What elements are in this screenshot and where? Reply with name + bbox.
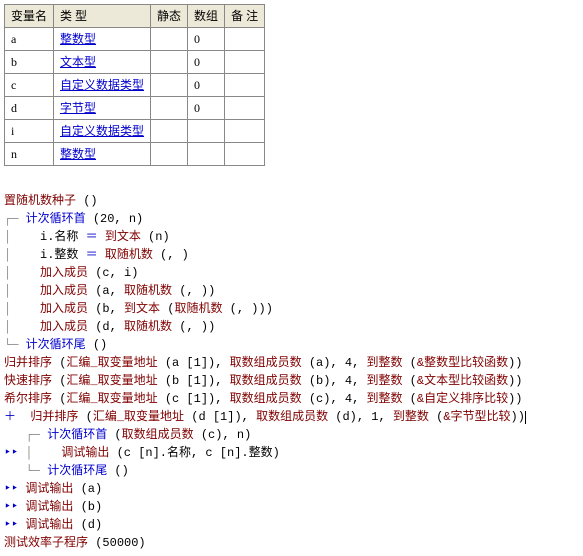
table-cell[interactable] bbox=[151, 28, 188, 51]
text-cursor bbox=[525, 411, 526, 424]
fn-set-seed: 置随机数种子 bbox=[4, 194, 76, 208]
col-type: 类 型 bbox=[54, 5, 151, 28]
col-varname: 变量名 bbox=[5, 5, 54, 28]
table-row[interactable]: i自定义数据类型 bbox=[5, 120, 265, 143]
table-cell[interactable]: i bbox=[5, 120, 54, 143]
table-cell[interactable]: n bbox=[5, 143, 54, 166]
table-row[interactable]: c自定义数据类型 0 bbox=[5, 74, 265, 97]
table-cell[interactable] bbox=[225, 51, 265, 74]
table-cell[interactable]: 字节型 bbox=[54, 97, 151, 120]
table-cell[interactable] bbox=[188, 120, 225, 143]
table-cell[interactable] bbox=[225, 143, 265, 166]
table-cell[interactable]: 整数型 bbox=[54, 143, 151, 166]
table-cell[interactable] bbox=[151, 74, 188, 97]
table-cell[interactable] bbox=[225, 28, 265, 51]
table-cell[interactable] bbox=[188, 143, 225, 166]
loop-end: 计次循环尾 bbox=[26, 338, 86, 352]
tree-branch: ┌─ bbox=[4, 212, 26, 226]
table-cell[interactable] bbox=[151, 97, 188, 120]
table-row[interactable]: d字节型 0 bbox=[5, 97, 265, 120]
expand-icon[interactable]: ‣‣ bbox=[4, 446, 18, 460]
col-static: 静态 bbox=[151, 5, 188, 28]
table-row[interactable]: n整数型 bbox=[5, 143, 265, 166]
plus-icon[interactable]: ＋ bbox=[4, 410, 16, 424]
table-cell[interactable]: 0 bbox=[188, 51, 225, 74]
fn-shell-sort: 希尔排序 bbox=[4, 392, 52, 406]
table-cell[interactable]: a bbox=[5, 28, 54, 51]
table-cell[interactable]: 0 bbox=[188, 74, 225, 97]
table-header-row: 变量名 类 型 静态 数组 备 注 bbox=[5, 5, 265, 28]
table-cell[interactable] bbox=[151, 120, 188, 143]
expand-icon[interactable]: ‣‣ bbox=[4, 518, 18, 532]
fn-quick-sort: 快速排序 bbox=[4, 374, 52, 388]
table-cell[interactable]: 文本型 bbox=[54, 51, 151, 74]
table-row[interactable]: a整数型 0 bbox=[5, 28, 265, 51]
table-cell[interactable]: b bbox=[5, 51, 54, 74]
table-cell[interactable]: 0 bbox=[188, 97, 225, 120]
col-array: 数组 bbox=[188, 5, 225, 28]
table-cell[interactable]: 自定义数据类型 bbox=[54, 120, 151, 143]
table-cell[interactable] bbox=[225, 74, 265, 97]
expand-icon[interactable]: ‣‣ bbox=[4, 500, 18, 514]
table-cell[interactable] bbox=[151, 51, 188, 74]
fn-debug-out: 调试输出 bbox=[25, 482, 73, 496]
table-cell[interactable]: 0 bbox=[188, 28, 225, 51]
fn-add-member: 加入成员 bbox=[40, 266, 88, 280]
loop-start: 计次循环首 bbox=[26, 212, 86, 226]
table-cell[interactable] bbox=[225, 120, 265, 143]
table-cell[interactable]: c bbox=[5, 74, 54, 97]
table-cell[interactable] bbox=[225, 97, 265, 120]
col-remark: 备 注 bbox=[225, 5, 265, 28]
table-cell[interactable] bbox=[151, 143, 188, 166]
table-row[interactable]: b文本型 0 bbox=[5, 51, 265, 74]
table-cell[interactable]: 自定义数据类型 bbox=[54, 74, 151, 97]
fn-test-efficiency: 测试效率子程序 bbox=[4, 536, 88, 550]
fn-merge-sort: 归并排序 bbox=[4, 356, 52, 370]
code-area[interactable]: 置随机数种子 () ┌─ 计次循环首 (20, n) │ i.名称 ＝ 到文本 … bbox=[4, 174, 579, 552]
variable-table[interactable]: 变量名 类 型 静态 数组 备 注 a整数型0b文本型0c自定义数据类型0d字节… bbox=[4, 4, 265, 166]
table-cell[interactable]: 整数型 bbox=[54, 28, 151, 51]
table-cell[interactable]: d bbox=[5, 97, 54, 120]
expand-icon[interactable]: ‣‣ bbox=[4, 482, 18, 496]
